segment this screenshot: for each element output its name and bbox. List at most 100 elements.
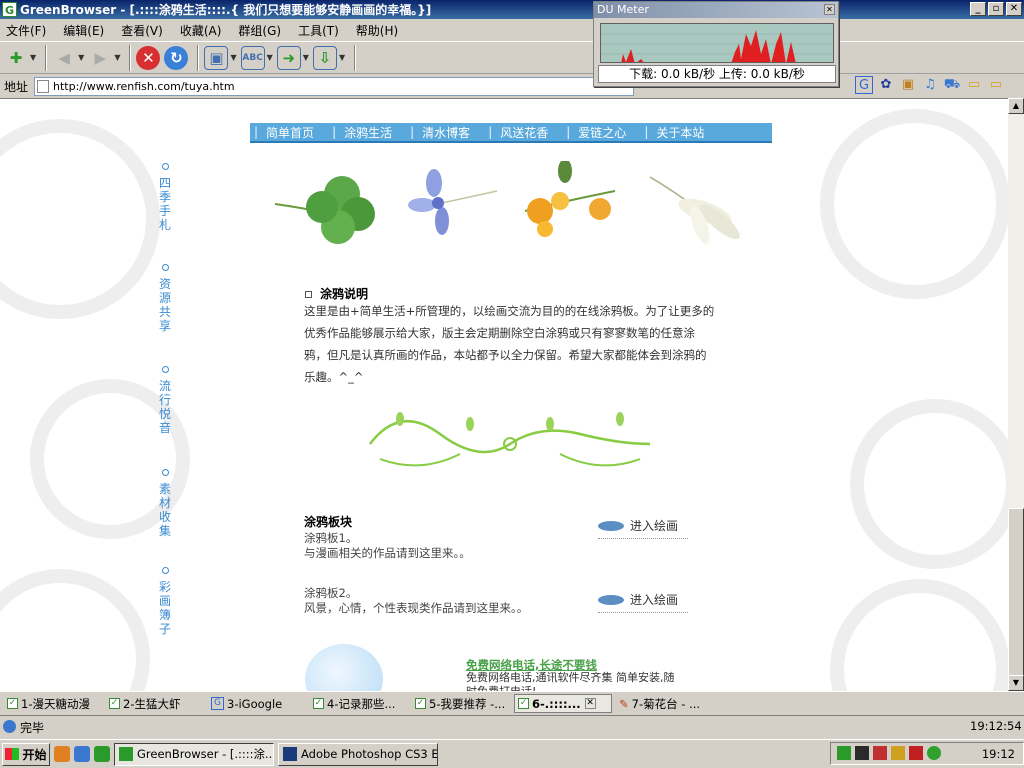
nav-graffiti-life[interactable]: 涂鸦生活 [344, 124, 392, 141]
nav-divider: | [410, 125, 415, 139]
board-2-enter-link[interactable]: 进入绘画 [598, 591, 678, 608]
menu-groups[interactable]: 群组(G) [238, 22, 281, 39]
back-arrow-icon[interactable]: ◀ [52, 46, 76, 70]
sidebar-link-seasons[interactable]: 四季手札 [158, 163, 172, 232]
title-bar: G GreenBrowser - [.::::涂鸦生活::::.{ 我们只想要能… [0, 0, 1024, 19]
vine-ornament-image [369, 412, 651, 467]
tray-k-icon[interactable] [909, 746, 923, 760]
menu-view[interactable]: 查看(V) [121, 22, 163, 39]
web-page-viewport[interactable]: 四季手札 资源共享 流行悦音 素材收集 彩画簿子 | 简单首页 | 涂鸦生活 | 清水… [0, 98, 1008, 691]
quicklaunch-camera-icon[interactable] [54, 746, 70, 762]
clover-image [274, 176, 375, 244]
status-time: 19:12:54 [970, 719, 1022, 733]
check-icon: ✓ [7, 698, 18, 709]
tray-yellow-icon[interactable] [891, 746, 905, 760]
address-input[interactable]: http://www.renfish.com/tuya.htm [34, 76, 635, 96]
task-photoshop[interactable]: Adobe Photoshop CS3 E... [278, 742, 438, 766]
tray-red-icon[interactable] [873, 746, 887, 760]
bullet-icon [161, 163, 169, 170]
music-note-icon[interactable]: ♫ [921, 76, 939, 94]
close-button[interactable]: ✕ [1006, 2, 1022, 16]
start-button[interactable]: 开始 [2, 742, 50, 766]
image-icon[interactable]: ▣ [204, 45, 229, 70]
stop-icon[interactable]: ✕ [136, 45, 161, 70]
tab-1[interactable]: ✓ 1-漫天糖动漫 [4, 694, 102, 713]
traffic-bars [621, 30, 796, 62]
graph-grid [601, 33, 833, 55]
tab-5[interactable]: ✓ 5-我要推荐 -... [412, 694, 510, 713]
nav-blog[interactable]: 清水博客 [422, 124, 470, 141]
sidebar-link-label: 资源共享 [158, 277, 171, 333]
tab-7[interactable]: ✎ 7-菊花台 - ... [616, 694, 714, 713]
scroll-down-icon[interactable]: ▼ [1008, 675, 1024, 691]
new-tab-dropdown-icon[interactable]: ▼ [30, 53, 36, 62]
folder-icon[interactable]: ▭ [965, 76, 983, 94]
nav-about[interactable]: 关于本站 [656, 124, 704, 141]
maximize-button[interactable]: ▫ [988, 2, 1004, 16]
window-dropdown-icon[interactable]: ▼ [303, 53, 309, 62]
du-meter-close-icon[interactable]: ✕ [824, 4, 835, 15]
du-meter-window[interactable]: DU Meter ✕ 下载: 0.0 kB/秒 上传: 0.0 kB/秒 [593, 1, 839, 87]
tab-3[interactable]: G 3-iGoogle [208, 694, 306, 713]
photo-icon[interactable]: ▣ [899, 76, 917, 94]
menu-bar: 文件(F) 编辑(E) 查看(V) 收藏(A) 群组(G) 工具(T) 帮助(H… [0, 19, 1024, 41]
download-dropdown-icon[interactable]: ▼ [339, 53, 345, 62]
ad-text: 免费网络电话,通讯软件尽齐集 简单安装,随时免费打电话! [466, 671, 675, 691]
menu-favorites[interactable]: 收藏(A) [180, 22, 222, 39]
background-ornament [0, 569, 150, 691]
image-dropdown-icon[interactable]: ▼ [230, 53, 236, 62]
folder-icon[interactable]: ▭ [987, 76, 1005, 94]
tab-6-active[interactable]: ✓ 6-.::::... ✕ [514, 694, 612, 713]
task-greenbrowser[interactable]: GreenBrowser - [.::::涂... [114, 742, 274, 766]
sidebar-link-music[interactable]: 流行悦音 [158, 366, 172, 435]
task-label: Adobe Photoshop CS3 E... [301, 747, 438, 761]
sidebar-link-materials[interactable]: 素材收集 [158, 469, 172, 538]
wavy-divider [598, 609, 688, 613]
board-1-enter-link[interactable]: 进入绘画 [598, 517, 678, 534]
scroll-up-icon[interactable]: ▲ [1008, 98, 1024, 114]
paw-icon[interactable]: ✿ [877, 76, 895, 94]
check-icon: ✓ [415, 698, 426, 709]
nav-links[interactable]: 爱链之心 [578, 124, 626, 141]
tray-green-icon[interactable] [837, 746, 851, 760]
sidebar-link-sketchbook[interactable]: 彩画簿子 [158, 567, 172, 636]
quicklaunch-ie-icon[interactable] [74, 746, 90, 762]
tray-dark-icon[interactable] [855, 746, 869, 760]
vertical-scrollbar[interactable]: ▲ ▼ [1008, 98, 1024, 691]
tray-plus-icon[interactable] [927, 746, 941, 760]
cart-icon[interactable]: ⛟ [943, 76, 961, 94]
new-tab-icon[interactable]: ✚ [4, 46, 28, 70]
refresh-icon[interactable]: ↻ [164, 45, 189, 70]
tab-4[interactable]: ✓ 4-记录那些... [310, 694, 408, 713]
menu-edit[interactable]: 编辑(E) [63, 22, 104, 39]
tab-2[interactable]: ✓ 2-生猛大虾 [106, 694, 204, 713]
forward-arrow-icon[interactable]: ▶ [88, 46, 112, 70]
sidebar-link-resources[interactable]: 资源共享 [158, 264, 172, 333]
menu-tools[interactable]: 工具(T) [298, 22, 339, 39]
check-icon: ✓ [313, 698, 324, 709]
page-icon [37, 79, 50, 93]
board-description: 与漫画相关的作品请到这里来。。 [304, 546, 471, 560]
minimize-button[interactable]: _ [970, 2, 986, 16]
menu-file[interactable]: 文件(F) [6, 22, 46, 39]
abc-text-icon[interactable]: ABC [240, 45, 265, 70]
white-lily-image [649, 176, 740, 244]
background-ornament [820, 109, 1008, 299]
window-arrow-icon[interactable]: ➜ [276, 45, 301, 70]
google-icon[interactable]: G [855, 76, 873, 94]
forward-dropdown-icon[interactable]: ▼ [114, 53, 120, 62]
du-meter-title: DU Meter [597, 3, 649, 16]
nav-home[interactable]: 简单首页 [266, 124, 314, 141]
scroll-thumb[interactable] [1008, 508, 1024, 678]
greenbrowser-app-icon[interactable]: G [2, 2, 17, 17]
nav-flowers[interactable]: 风送花香 [500, 124, 548, 141]
quicklaunch-greenbrowser-icon[interactable] [94, 746, 110, 762]
square-bullet-icon [305, 291, 312, 298]
back-dropdown-icon[interactable]: ▼ [78, 53, 84, 62]
site-nav: | 简单首页 | 涂鸦生活 | 清水博客 | 风送花香 | 爱链之心 | 关于本站 [250, 123, 772, 143]
bullet-icon [161, 366, 169, 373]
tab-close-icon[interactable]: ✕ [584, 698, 596, 709]
abc-dropdown-icon[interactable]: ▼ [267, 53, 273, 62]
download-icon[interactable]: ⇩ [312, 45, 337, 70]
menu-help[interactable]: 帮助(H) [356, 22, 398, 39]
